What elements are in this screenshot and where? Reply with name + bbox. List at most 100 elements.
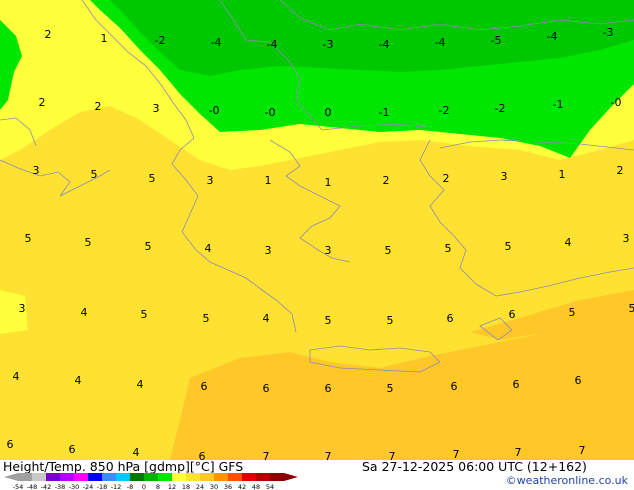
contour-value-label: 6 <box>325 382 332 395</box>
scale-tick-label: 48 <box>252 483 260 490</box>
contour-value-label: 3 <box>623 232 630 245</box>
contour-value-label: 4 <box>81 306 88 319</box>
contour-value-label: 3 <box>33 164 40 177</box>
scale-tick-label: 54 <box>266 483 274 490</box>
contour-value-label: -0 <box>265 106 276 119</box>
temperature-map: 2 1 -2 -4 -4 -3 -4 -4 -5 -4 -3 2 2 3 -0 -0 0 -1 -2 -2 -1 -0 3 5… <box>0 0 634 460</box>
contour-value-label: 1 <box>265 174 272 187</box>
contour-value-label: 2 <box>39 96 46 109</box>
contour-value-label: 2 <box>95 100 102 113</box>
contour-value-label: 3 <box>207 174 214 187</box>
contour-value-label: 5 <box>569 306 576 319</box>
contour-value-label: 7 <box>263 450 270 460</box>
scale-tick-label: 18 <box>182 483 190 490</box>
contour-value-label: 4 <box>263 312 270 325</box>
map-datetime: Sa 27-12-2025 06:00 UTC (12+162) <box>362 459 587 474</box>
contour-value-label: 6 <box>513 378 520 391</box>
scale-swatch <box>74 473 88 481</box>
contour-value-label: 3 <box>19 302 26 315</box>
contour-value-label: 4 <box>565 236 572 249</box>
scale-swatch <box>46 473 60 481</box>
contour-value-label: 1 <box>101 32 108 45</box>
scale-tick-label: 42 <box>238 483 246 490</box>
contour-value-label: 6 <box>69 443 76 456</box>
contour-value-label: 1 <box>325 176 332 189</box>
contour-value-label: -3 <box>323 38 334 51</box>
contour-value-label: 3 <box>153 102 160 115</box>
scale-tick-label: 0 <box>142 483 146 490</box>
scale-swatch <box>32 473 46 481</box>
contour-value-label: -2 <box>439 104 450 117</box>
scale-arrow-right <box>284 473 298 481</box>
contour-value-label: 1 <box>559 168 566 181</box>
contour-value-label: 0 <box>325 106 332 119</box>
contour-value-label: -1 <box>553 98 564 111</box>
contour-value-label: -4 <box>267 38 278 51</box>
contour-value-label: 2 <box>617 164 624 177</box>
contour-value-label: 5 <box>387 314 394 327</box>
contour-value-label: 6 <box>447 312 454 325</box>
scale-tick-label: 8 <box>156 483 160 490</box>
contour-value-label: 6 <box>201 380 208 393</box>
scale-tick-label: -24 <box>83 483 94 490</box>
scale-swatch <box>172 473 186 481</box>
scale-tick-label: -8 <box>127 483 133 490</box>
contour-value-label: 3 <box>501 170 508 183</box>
contour-value-label: 5 <box>145 240 152 253</box>
contour-value-label: 5 <box>203 312 210 325</box>
contour-value-label: 5 <box>385 244 392 257</box>
scale-swatch <box>116 473 130 481</box>
scale-swatch <box>130 473 144 481</box>
contour-value-label: 2 <box>45 28 52 41</box>
contour-value-label: -3 <box>603 26 614 39</box>
scale-swatch <box>88 473 102 481</box>
scale-tick-label: -48 <box>27 483 38 490</box>
contour-value-label: 4 <box>205 242 212 255</box>
contour-value-label: 2 <box>383 174 390 187</box>
scale-swatch <box>270 473 284 481</box>
scale-arrow-left <box>4 473 18 481</box>
color-scale-bars <box>4 473 298 481</box>
scale-tick-label: -18 <box>97 483 108 490</box>
credit-link[interactable]: ©weatheronline.co.uk <box>506 474 628 487</box>
scale-swatch <box>256 473 270 481</box>
scale-swatch <box>60 473 74 481</box>
contour-value-label: 3 <box>325 244 332 257</box>
contour-value-label: -0 <box>209 104 220 117</box>
contour-value-label: 4 <box>137 378 144 391</box>
contour-value-label: 6 <box>7 438 14 451</box>
contour-value-label: 5 <box>325 314 332 327</box>
contour-value-label: 5 <box>85 236 92 249</box>
contour-value-label: 5 <box>505 240 512 253</box>
scale-tick-label: 30 <box>210 483 218 490</box>
contour-value-label: 4 <box>13 370 20 383</box>
scale-tick-label: -30 <box>69 483 80 490</box>
scale-tick-label: 36 <box>224 483 232 490</box>
scale-tick-label: -12 <box>111 483 122 490</box>
contour-value-label: -4 <box>547 30 558 43</box>
contour-value-label: 5 <box>149 172 156 185</box>
contour-value-label: 6 <box>263 382 270 395</box>
contour-value-label: 5 <box>91 168 98 181</box>
contour-value-label: 5 <box>25 232 32 245</box>
scale-swatch <box>102 473 116 481</box>
contour-value-label: -4 <box>435 36 446 49</box>
contour-value-label: -0 <box>611 96 622 109</box>
contour-value-label: 7 <box>325 450 332 460</box>
scale-swatch <box>144 473 158 481</box>
contour-value-label: 6 <box>451 380 458 393</box>
scale-tick-label: -42 <box>41 483 52 490</box>
color-scale: -54 -48 -42 -38 -30 -24 -18 -12 -8 0 8 12 18 24 30 36 42… <box>4 473 298 490</box>
contour-value-label: 6 <box>509 308 516 321</box>
contour-value-label: 6 <box>575 374 582 387</box>
map-canvas: 2 1 -2 -4 -4 -3 -4 -4 -5 -4 -3 2 2 3 -0 -0 0 -1 -2 -2 -1 -0 3 5… <box>0 0 634 460</box>
contour-value-label: -2 <box>495 102 506 115</box>
scale-swatch <box>228 473 242 481</box>
contour-value-label: -4 <box>379 38 390 51</box>
contour-value-label: -2 <box>155 34 166 47</box>
scale-swatch <box>200 473 214 481</box>
scale-swatch <box>242 473 256 481</box>
scale-tick-label: 12 <box>168 483 176 490</box>
contour-value-label: 3 <box>265 244 272 257</box>
scale-swatch <box>18 473 32 481</box>
